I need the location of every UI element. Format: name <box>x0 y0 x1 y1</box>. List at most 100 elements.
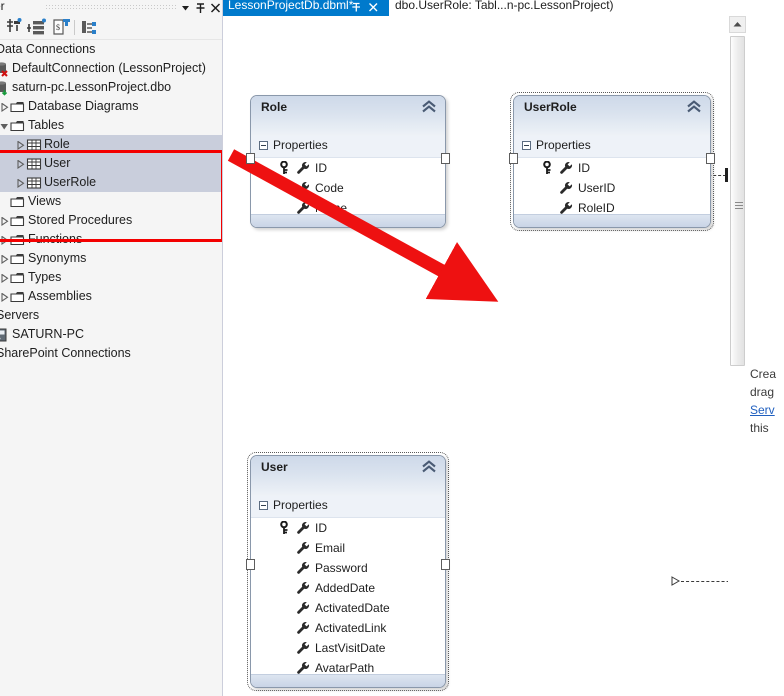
chevron-right-icon[interactable] <box>0 249 9 268</box>
tree-node-role[interactable]: Role <box>0 135 222 154</box>
hint-line[interactable]: Serv <box>750 401 784 419</box>
entity-property[interactable]: ID <box>514 158 710 178</box>
tree-node-user[interactable]: User <box>0 154 222 173</box>
entity-properties-list: ID Email Password AddedDate ActivatedDate Act… <box>251 518 445 678</box>
property-icon <box>296 661 310 675</box>
tree-node-label: Role <box>44 137 70 151</box>
object-browser-icon[interactable] <box>79 18 101 37</box>
collapse-box-icon[interactable] <box>522 141 531 150</box>
property-icon <box>296 601 310 615</box>
tab-dbo-userrole[interactable]: dbo.UserRole: Tabl...n-pc.LessonProject) <box>389 0 784 16</box>
property-icon <box>559 181 573 195</box>
chevron-right-icon[interactable] <box>0 211 9 230</box>
tree-node-tables[interactable]: Tables <box>0 116 222 135</box>
entity-property[interactable]: LastVisitDate <box>251 638 445 658</box>
close-icon[interactable] <box>208 1 222 15</box>
hint-line: this <box>750 421 769 435</box>
property-icon <box>296 561 310 575</box>
entity-user[interactable]: User Properties ID Email Password AddedDate Ac… <box>247 452 449 691</box>
server-explorer-title: olorer <box>0 0 5 13</box>
chevron-right-icon[interactable] <box>12 173 25 192</box>
connector-nub-role-left[interactable] <box>246 153 255 164</box>
tree-node-label: DefaultConnection (LessonProject) <box>12 61 206 75</box>
collapse-box-icon[interactable] <box>259 141 268 150</box>
tab-close-icon[interactable] <box>367 1 380 14</box>
properties-section-header[interactable]: Properties <box>514 136 710 158</box>
entity-role[interactable]: Role Properties ID Code Name <box>250 95 446 228</box>
chevron-right-icon[interactable] <box>0 97 9 116</box>
connector-nub-user-left[interactable] <box>246 559 255 570</box>
primary-key-icon <box>280 160 292 175</box>
server-explorer-tree[interactable]: Data Connections DefaultConnection (Lesso… <box>0 40 222 696</box>
entity-userrole[interactable]: UserRole Properties ID UserID RoleID <box>510 92 714 231</box>
properties-section-header[interactable]: Properties <box>251 496 445 518</box>
new-query-icon[interactable]: $ <box>50 18 72 37</box>
panel-menu-icon[interactable] <box>178 1 193 15</box>
chevron-up-icon[interactable] <box>686 100 702 114</box>
pin-icon[interactable] <box>193 1 208 15</box>
scrollbar-thumb[interactable] <box>730 36 745 366</box>
collapse-box-icon[interactable] <box>259 501 268 510</box>
tree-node-label: SATURN-PC <box>12 327 84 341</box>
property-icon <box>296 581 310 595</box>
entity-name: User <box>261 460 288 474</box>
chevron-right-icon[interactable] <box>0 268 9 287</box>
tree-node-defaultconnection-lessonproject[interactable]: DefaultConnection (LessonProject) <box>0 59 222 78</box>
tree-node-types[interactable]: Types <box>0 268 222 287</box>
tab-label: LessonProjectDb.dbml* <box>228 0 354 12</box>
dbml-design-canvas[interactable]: Role Properties ID Code Name UserRole Properti… <box>223 16 784 696</box>
tree-node-label: UserRole <box>44 175 97 189</box>
tree-node-servers[interactable]: Servers <box>0 306 222 325</box>
chevron-right-icon[interactable] <box>0 287 9 306</box>
chevron-up-icon[interactable] <box>421 100 437 114</box>
entity-property[interactable]: Password <box>251 558 445 578</box>
entity-property[interactable]: UserID <box>514 178 710 198</box>
tree-node-sharepoint-connections[interactable]: SharePoint Connections <box>0 344 222 363</box>
tree-node-userrole[interactable]: UserRole <box>0 173 222 192</box>
tree-node-saturn-pc-lessonproject-dbo[interactable]: saturn-pc.LessonProject.dbo <box>0 78 222 97</box>
editor-tabstrip: LessonProjectDb.dbml* dbo.UserRole: Tabl… <box>223 0 784 16</box>
tree-node-data-connections[interactable]: Data Connections <box>0 40 222 59</box>
entity-titlebar[interactable]: Role <box>251 96 445 137</box>
titlebar-dots-decoration <box>46 4 176 9</box>
property-icon <box>559 201 573 215</box>
connector-nub-role-right[interactable] <box>441 153 450 164</box>
entity-property[interactable]: ID <box>251 158 445 178</box>
chevron-up-icon[interactable] <box>421 460 437 474</box>
tree-node-saturn-pc[interactable]: SATURN-PC <box>0 325 222 344</box>
properties-section-header[interactable]: Properties <box>251 136 445 158</box>
entity-property[interactable]: ID <box>251 518 445 538</box>
chevron-down-icon[interactable] <box>0 116 9 135</box>
entity-property[interactable]: ActivatedLink <box>251 618 445 638</box>
property-icon <box>296 161 310 175</box>
connector-nub-user-right[interactable] <box>441 559 450 570</box>
entity-titlebar[interactable]: User <box>251 456 445 497</box>
connect-to-database-icon[interactable] <box>4 18 26 37</box>
tab-pin-icon[interactable] <box>350 1 363 14</box>
connector-nub-userrole-right[interactable] <box>706 153 715 164</box>
entity-property[interactable]: Code <box>251 178 445 198</box>
tab-lessonprojectdb-dbml[interactable]: LessonProjectDb.dbml* <box>223 0 389 16</box>
chevron-right-icon[interactable] <box>12 154 25 173</box>
tree-node-synonyms[interactable]: Synonyms <box>0 249 222 268</box>
table-icon <box>26 137 42 153</box>
property-icon <box>296 521 310 535</box>
entity-titlebar[interactable]: UserRole <box>514 96 710 137</box>
server-explorer-panel: olorer <box>0 0 223 696</box>
entity-property[interactable]: ActivatedDate <box>251 598 445 618</box>
connector-nub-userrole-left[interactable] <box>509 153 518 164</box>
chevron-right-icon[interactable] <box>0 230 9 249</box>
canvas-vertical-scrollbar[interactable] <box>728 16 746 696</box>
entity-property[interactable]: AddedDate <box>251 578 445 598</box>
tree-node-views[interactable]: Views <box>0 192 222 211</box>
entity-property[interactable]: Email <box>251 538 445 558</box>
scroll-up-button[interactable] <box>729 16 746 33</box>
tree-node-stored-procedures[interactable]: Stored Procedures <box>0 211 222 230</box>
connect-to-server-icon[interactable] <box>27 18 49 37</box>
tree-node-database-diagrams[interactable]: Database Diagrams <box>0 97 222 116</box>
tree-node-functions[interactable]: Functions <box>0 230 222 249</box>
property-name: LastVisitDate <box>315 641 386 655</box>
tree-node-assemblies[interactable]: Assemblies <box>0 287 222 306</box>
property-icon <box>296 621 310 635</box>
chevron-right-icon[interactable] <box>12 135 25 154</box>
